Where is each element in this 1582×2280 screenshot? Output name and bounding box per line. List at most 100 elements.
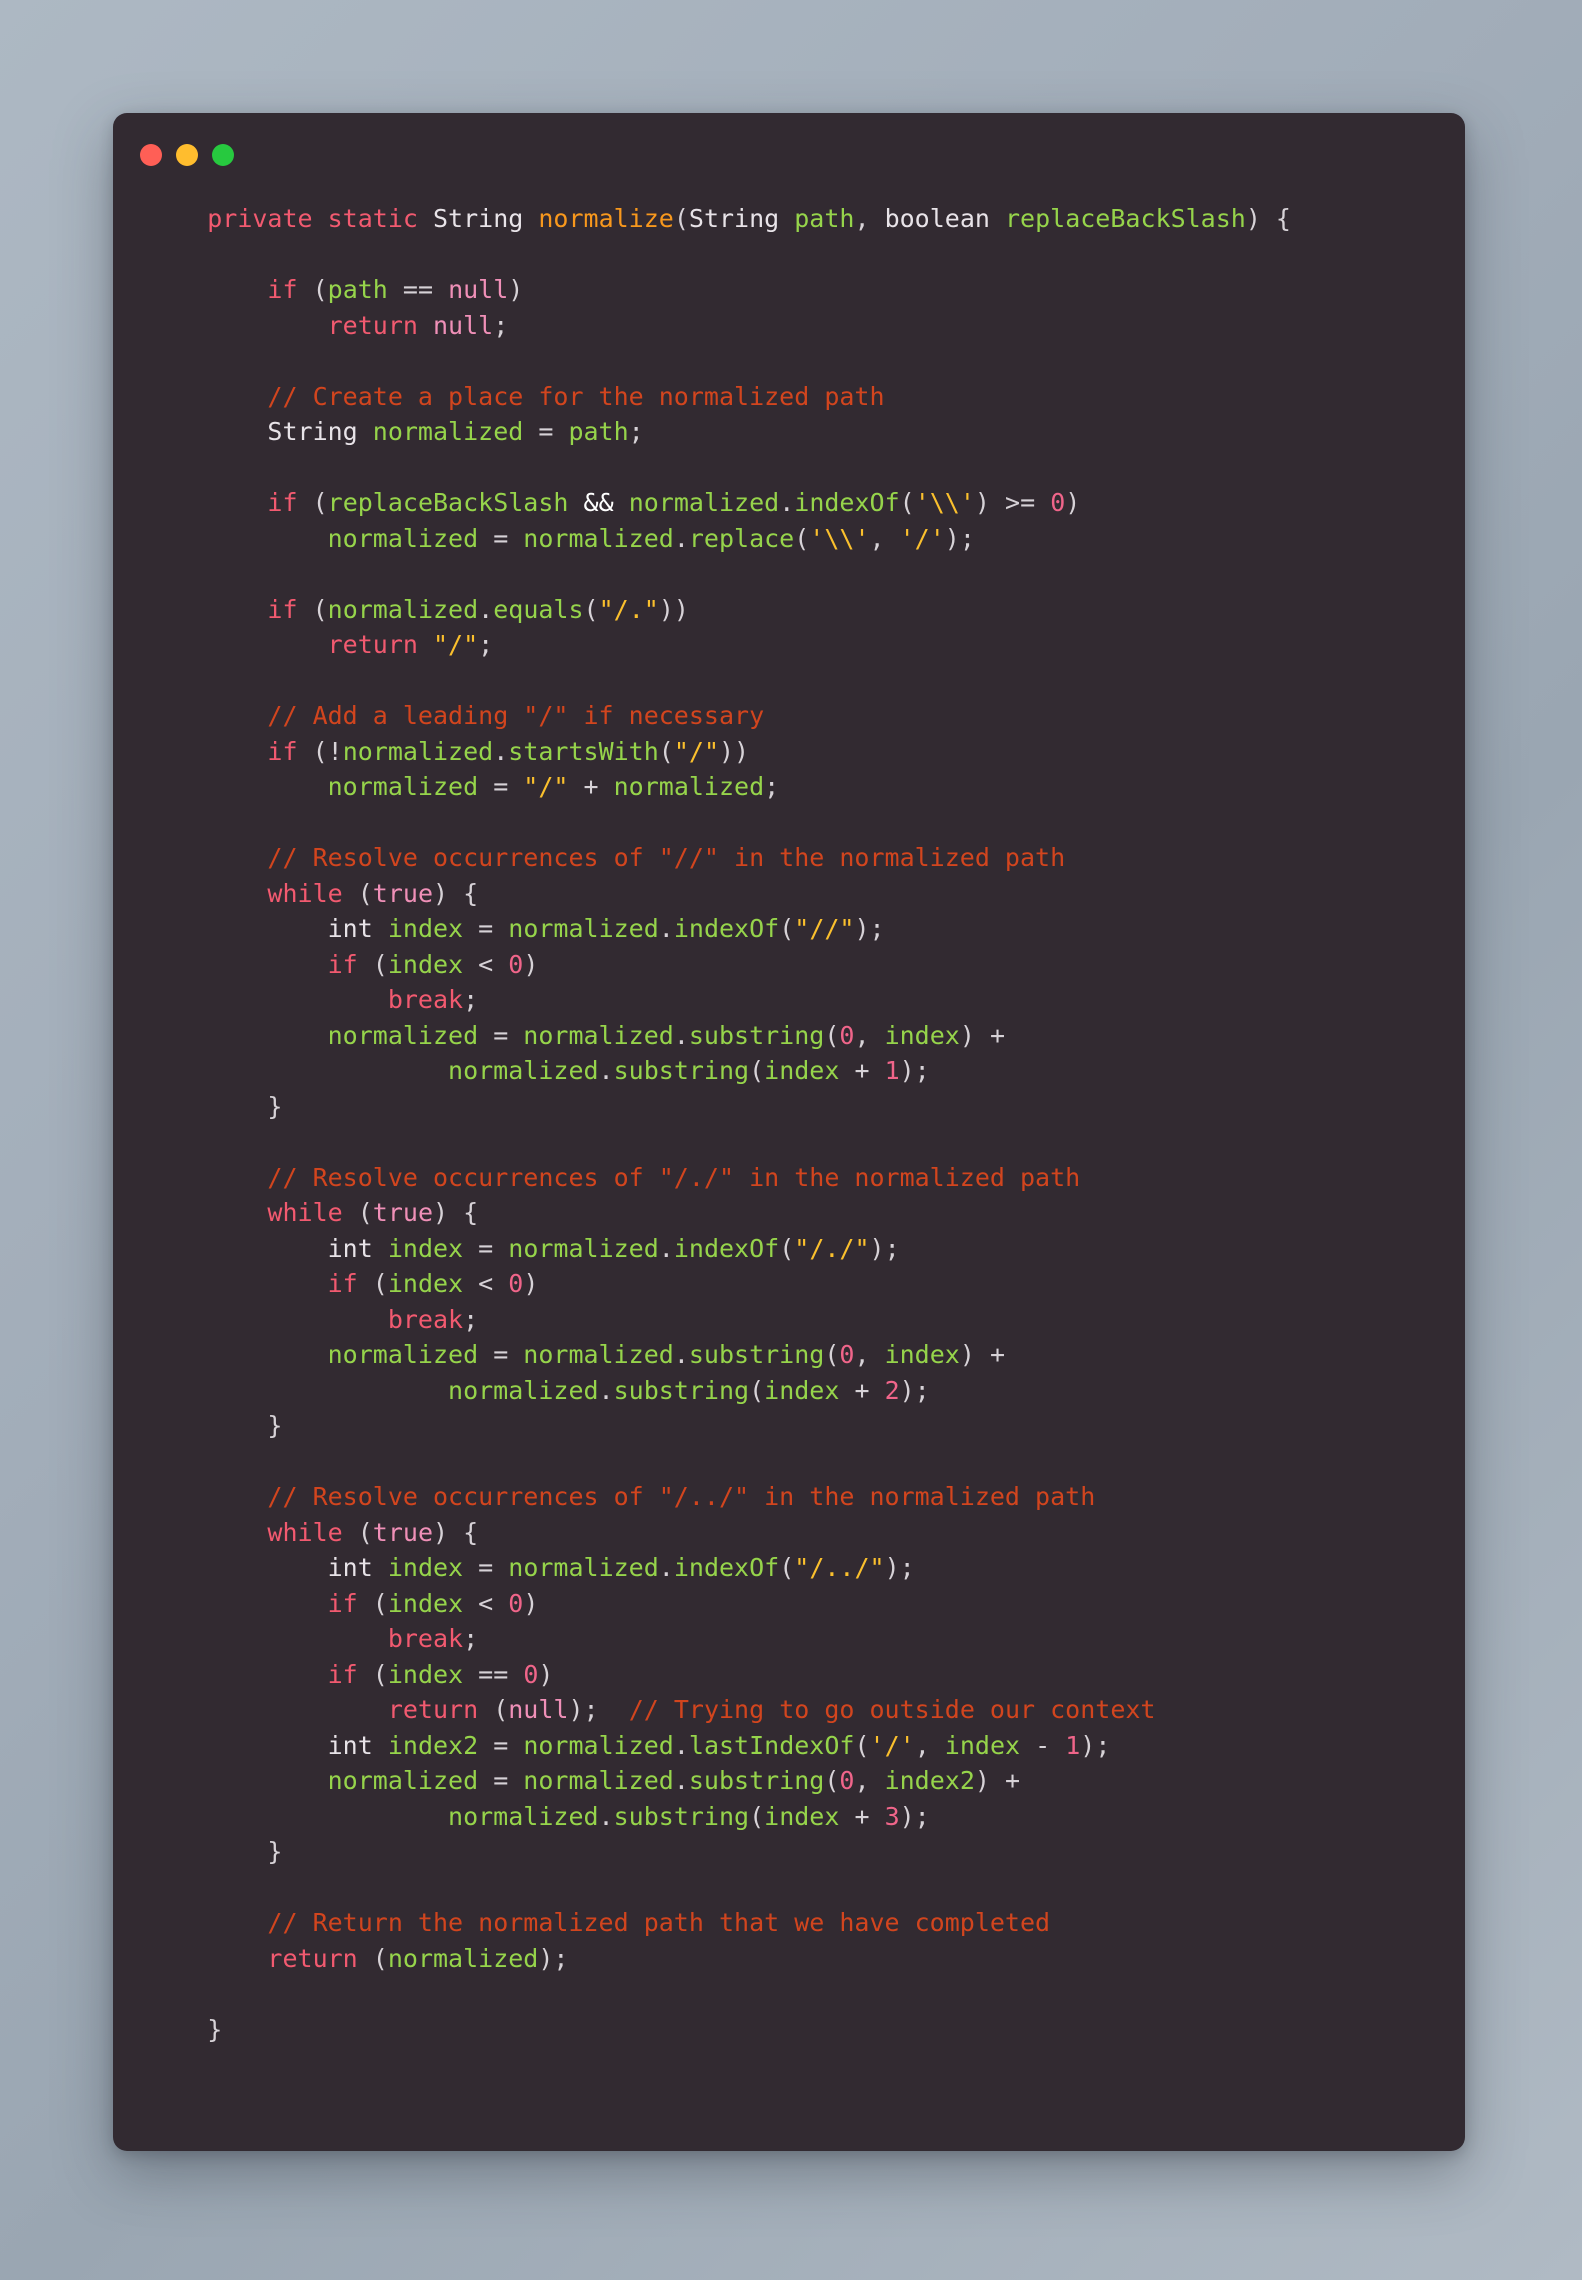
- code-token: (: [357, 1269, 388, 1298]
- code-token: null: [433, 310, 494, 340]
- code-token: <: [463, 1269, 509, 1298]
- code-line: if (index == 0): [147, 1660, 554, 1689]
- code-token: if: [267, 594, 298, 624]
- code-token: normalized: [327, 1340, 479, 1369]
- code-token: String: [688, 204, 795, 233]
- minimize-button[interactable]: [176, 144, 198, 166]
- source-code-block[interactable]: private static String normalize (String p…: [147, 201, 1431, 2047]
- code-token: ) {: [1245, 204, 1291, 233]
- code-token: index2: [884, 1766, 975, 1795]
- code-token: .: [673, 1766, 689, 1795]
- code-token: normalized: [523, 1020, 674, 1050]
- code-token: =: [478, 1766, 524, 1795]
- code-token: normalized: [372, 417, 524, 446]
- code-token: normalized: [508, 1553, 659, 1582]
- code-token: index: [387, 1588, 464, 1618]
- code-token: indexOf: [794, 488, 900, 517]
- code-token: (: [899, 488, 915, 517]
- code-token: normalized: [448, 1375, 599, 1405]
- code-token: replaceBackSlash: [327, 488, 569, 517]
- code-token: 0: [508, 1269, 524, 1298]
- close-button[interactable]: [140, 144, 162, 166]
- code-token: .: [673, 1340, 689, 1369]
- code-token: "/.": [598, 594, 659, 624]
- code-token: ;: [463, 1304, 479, 1334]
- code-token: 0: [839, 1020, 855, 1050]
- code-line: }: [147, 1411, 282, 1440]
- code-token: (: [749, 1375, 765, 1405]
- code-token: =: [478, 523, 524, 553]
- code-token: .: [598, 1375, 614, 1405]
- code-token: if: [267, 488, 298, 517]
- code-token: ;: [764, 772, 780, 801]
- code-token: }: [147, 1411, 283, 1440]
- code-token: ,: [854, 204, 885, 233]
- code-token: "/./": [794, 1233, 870, 1263]
- code-line: while (true) {: [147, 1198, 478, 1227]
- code-token: int: [327, 1730, 388, 1760]
- code-token: path: [568, 417, 629, 446]
- code-token: ) +: [959, 1340, 1005, 1369]
- code-token: normalized: [327, 1766, 479, 1795]
- code-token: ): [523, 1269, 539, 1298]
- code-token: normalized: [508, 914, 659, 943]
- code-token: while: [267, 1517, 343, 1547]
- code-token: if: [327, 949, 358, 979]
- code-token: substring: [688, 1020, 825, 1050]
- code-token: =: [463, 1553, 509, 1582]
- code-token: );: [568, 1695, 629, 1724]
- code-token: &&: [583, 488, 614, 517]
- code-token: if: [327, 1588, 358, 1618]
- code-token: indexOf: [673, 914, 780, 943]
- code-token: .: [673, 1730, 689, 1760]
- code-token: return: [267, 1943, 358, 1973]
- code-token: break: [387, 985, 464, 1014]
- code-line: int index = normalized.indexOf("/./");: [147, 1234, 900, 1263]
- code-token: +: [568, 772, 614, 801]
- code-token: equals: [493, 594, 584, 624]
- code-token: =: [463, 1233, 509, 1263]
- code-token: (: [779, 914, 795, 943]
- code-token: .: [478, 594, 494, 624]
- code-token: (: [673, 204, 689, 233]
- code-token: ): [523, 1588, 539, 1618]
- code-line: if (path == null): [147, 275, 523, 304]
- code-line: // Resolve occurrences of "//" in the no…: [147, 843, 1065, 872]
- code-token: return: [387, 1695, 479, 1724]
- code-token: normalized: [327, 594, 479, 624]
- code-token: substring: [613, 1375, 750, 1405]
- code-token: 0: [508, 949, 524, 979]
- code-token: (: [779, 1233, 795, 1263]
- code-token: (: [824, 1766, 840, 1795]
- code-token: // Resolve occurrences of "//" in the no…: [267, 843, 1066, 872]
- code-line: if (normalized.equals("/.")): [147, 595, 689, 624]
- code-token: ) {: [433, 1517, 479, 1547]
- code-token: ;: [628, 417, 644, 446]
- code-line: }: [147, 1837, 282, 1866]
- code-token: );: [1080, 1730, 1111, 1760]
- maximize-button[interactable]: [212, 144, 234, 166]
- code-token: index: [944, 1730, 1021, 1760]
- code-line: normalized.substring(index + 1);: [147, 1056, 930, 1085]
- code-token: substring: [688, 1766, 825, 1795]
- code-token: (: [342, 1198, 373, 1227]
- code-token: true: [372, 878, 434, 908]
